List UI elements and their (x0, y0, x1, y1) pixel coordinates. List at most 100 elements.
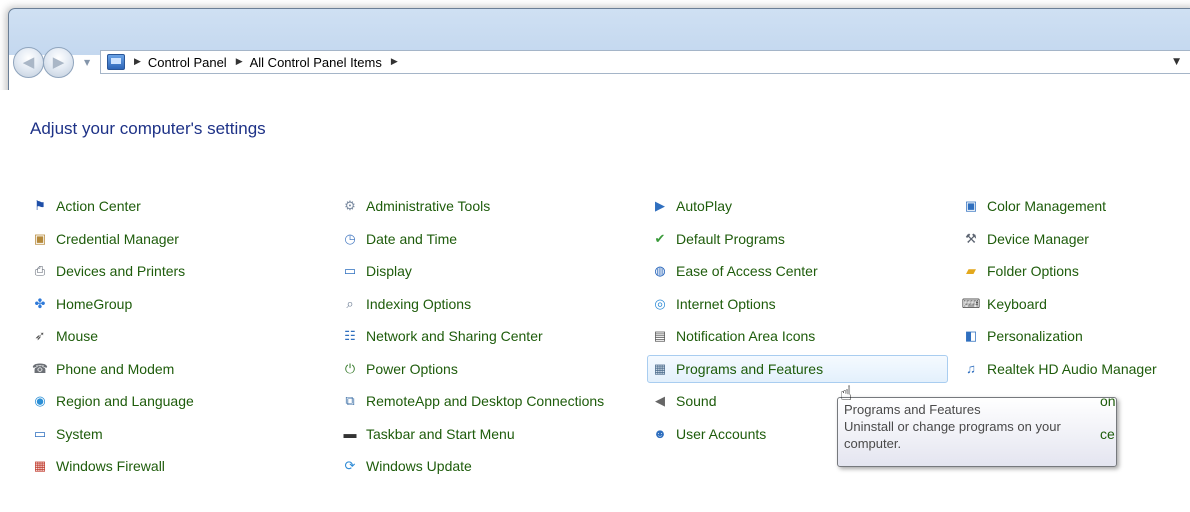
item-label: Date and Time (366, 230, 458, 247)
page-title: Adjust your computer's settings (30, 119, 266, 138)
back-button[interactable]: ◀ (13, 47, 44, 78)
item-date-and-time[interactable]: ◷ Date and Time (341, 225, 457, 253)
breadcrumb-separator-icon[interactable]: ▶ (134, 57, 141, 67)
breadcrumb-control-panel[interactable]: Control Panel (148, 55, 227, 70)
item-display[interactable]: ▭ Display (341, 257, 412, 285)
item-region-and-language[interactable]: ◉ Region and Language (31, 387, 194, 415)
computer-icon: ▭ (33, 425, 47, 441)
item-windows-firewall[interactable]: ▦ Windows Firewall (31, 452, 165, 480)
item-devices-and-printers[interactable]: ⎙ Devices and Printers (31, 257, 185, 285)
firewall-icon: ▦ (33, 458, 47, 473)
item-mouse[interactable]: ➶ Mouse (31, 322, 98, 350)
item-label: Keyboard (987, 295, 1047, 312)
item-label: Indexing Options (366, 295, 472, 312)
breadcrumb-separator-icon[interactable]: ▶ (391, 57, 398, 67)
item-label: Sound (676, 393, 717, 409)
notification-icon: ▤ (653, 328, 667, 343)
breadcrumb-separator-icon[interactable]: ▶ (236, 57, 243, 67)
ease-of-access-icon: ◍ (654, 263, 666, 278)
item-windows-update[interactable]: ⟳ Windows Update (341, 452, 472, 480)
item-label: Region and Language (56, 393, 194, 409)
phone-icon: ☎ (31, 360, 49, 376)
forward-button[interactable]: ▶ (43, 47, 74, 78)
item-on[interactable]: on (1100, 387, 1116, 415)
speaker-icon: ◀ (655, 393, 665, 408)
monitor-icon: ▭ (343, 263, 357, 278)
item-color-management[interactable]: ▣ Color Management (962, 192, 1106, 220)
forward-arrow-icon: ▶ (52, 53, 65, 71)
breadcrumb-all-items[interactable]: All Control Panel Items (250, 55, 382, 70)
item-label: Device Manager (987, 230, 1089, 247)
control-panel-icon[interactable] (107, 54, 125, 70)
item-power-options[interactable]: ⏻ Power Options (341, 355, 458, 383)
item-label: Realtek HD Audio Manager (987, 360, 1157, 377)
item-network-and-sharing-center[interactable]: ☷ Network and Sharing Center (341, 322, 543, 350)
item-programs-and-features[interactable]: ▦ Programs and Features (647, 354, 948, 383)
address-bar[interactable]: ▶ Control Panel ▶ All Control Panel Item… (100, 50, 1190, 74)
tooltip-description-line2: computer. (844, 436, 902, 451)
recent-pages-dropdown[interactable]: ▼ (84, 58, 90, 67)
default-programs-icon: ✔ (654, 230, 666, 246)
item-label: RemoteApp and Desktop Connections (366, 393, 605, 409)
item-taskbar-and-start-menu[interactable]: ▬ Taskbar and Start Menu (341, 420, 515, 448)
item-administrative-tools[interactable]: ⚙ Administrative Tools (341, 192, 490, 220)
folder-icon: ▰ (966, 263, 976, 278)
item-realtek-hd-audio-manager[interactable]: ♫ Realtek HD Audio Manager (962, 355, 1157, 383)
item-user-accounts[interactable]: ☻ User Accounts (651, 420, 766, 448)
item-system[interactable]: ▭ System (31, 420, 103, 448)
internet-icon: ◎ (654, 295, 666, 311)
tooltip-title: Programs and Features (844, 402, 981, 417)
tools-icon: ⚙ (344, 198, 356, 213)
item-action-center[interactable]: ⚑ Action Center (31, 192, 141, 220)
item-remoteapp-and-desktop-connections[interactable]: ⧉ RemoteApp and Desktop Connections (341, 387, 604, 415)
item-ease-of-access-center[interactable]: ◍ Ease of Access Center (651, 257, 817, 285)
users-icon: ☻ (653, 426, 667, 441)
vault-icon: ▣ (33, 230, 47, 246)
item-indexing-options[interactable]: ⌕ Indexing Options (341, 290, 471, 318)
item-label: Folder Options (987, 263, 1079, 279)
item-label: Phone and Modem (56, 360, 175, 377)
item-label: Administrative Tools (366, 198, 491, 214)
color-monitor-icon: ▣ (964, 198, 978, 213)
item-internet-options[interactable]: ◎ Internet Options (651, 290, 776, 318)
item-label: Notification Area Icons (676, 328, 816, 344)
item-label: Windows Update (366, 458, 472, 474)
taskbar-icon: ▬ (343, 426, 357, 441)
keyboard-icon: ⌨ (961, 295, 981, 311)
item-keyboard[interactable]: ⌨ Keyboard (962, 290, 1047, 318)
item-label: Taskbar and Start Menu (366, 425, 515, 442)
item-phone-and-modem[interactable]: ☎ Phone and Modem (31, 355, 174, 383)
item-personalization[interactable]: ◧ Personalization (962, 322, 1083, 350)
programs-icon: ▦ (653, 360, 667, 376)
item-label: ce (1100, 425, 1115, 442)
clock-icon: ◷ (344, 230, 356, 246)
item-label: Internet Options (676, 295, 776, 312)
item-label: Color Management (987, 198, 1107, 214)
item-credential-manager[interactable]: ▣ Credential Manager (31, 225, 179, 253)
item-notification-area-icons[interactable]: ▤ Notification Area Icons (651, 322, 815, 350)
item-label: Action Center (56, 198, 141, 214)
network-icon: ☷ (344, 328, 356, 343)
item-folder-options[interactable]: ▰ Folder Options (962, 257, 1079, 285)
personalization-icon: ◧ (964, 328, 978, 343)
item-homegroup[interactable]: ✤ HomeGroup (31, 290, 133, 318)
item-default-programs[interactable]: ✔ Default Programs (651, 225, 785, 253)
mouse-icon: ➶ (34, 328, 46, 343)
item-sound[interactable]: ◀ Sound (651, 387, 716, 415)
printer-icon: ⎙ (34, 263, 46, 278)
remote-desktop-icon: ⧉ (345, 393, 355, 408)
item-label: Windows Firewall (56, 458, 165, 474)
device-manager-icon: ⚒ (965, 230, 977, 246)
item-label: Devices and Printers (56, 263, 186, 279)
globe-icon: ◉ (34, 393, 46, 408)
item-device-manager[interactable]: ⚒ Device Manager (962, 225, 1089, 253)
tooltip: Programs and Features Uninstall or chang… (837, 397, 1117, 467)
homegroup-icon: ✤ (34, 295, 46, 311)
item-label: Programs and Features (676, 360, 824, 377)
windows-update-icon: ⟳ (344, 458, 356, 473)
hand-cursor-icon: ☝ (840, 381, 853, 405)
address-dropdown-icon[interactable]: ▼ (1173, 57, 1180, 67)
item-label: Network and Sharing Center (366, 328, 543, 344)
item-ce[interactable]: ce (1100, 420, 1115, 448)
item-autoplay[interactable]: ▶ AutoPlay (651, 192, 732, 220)
